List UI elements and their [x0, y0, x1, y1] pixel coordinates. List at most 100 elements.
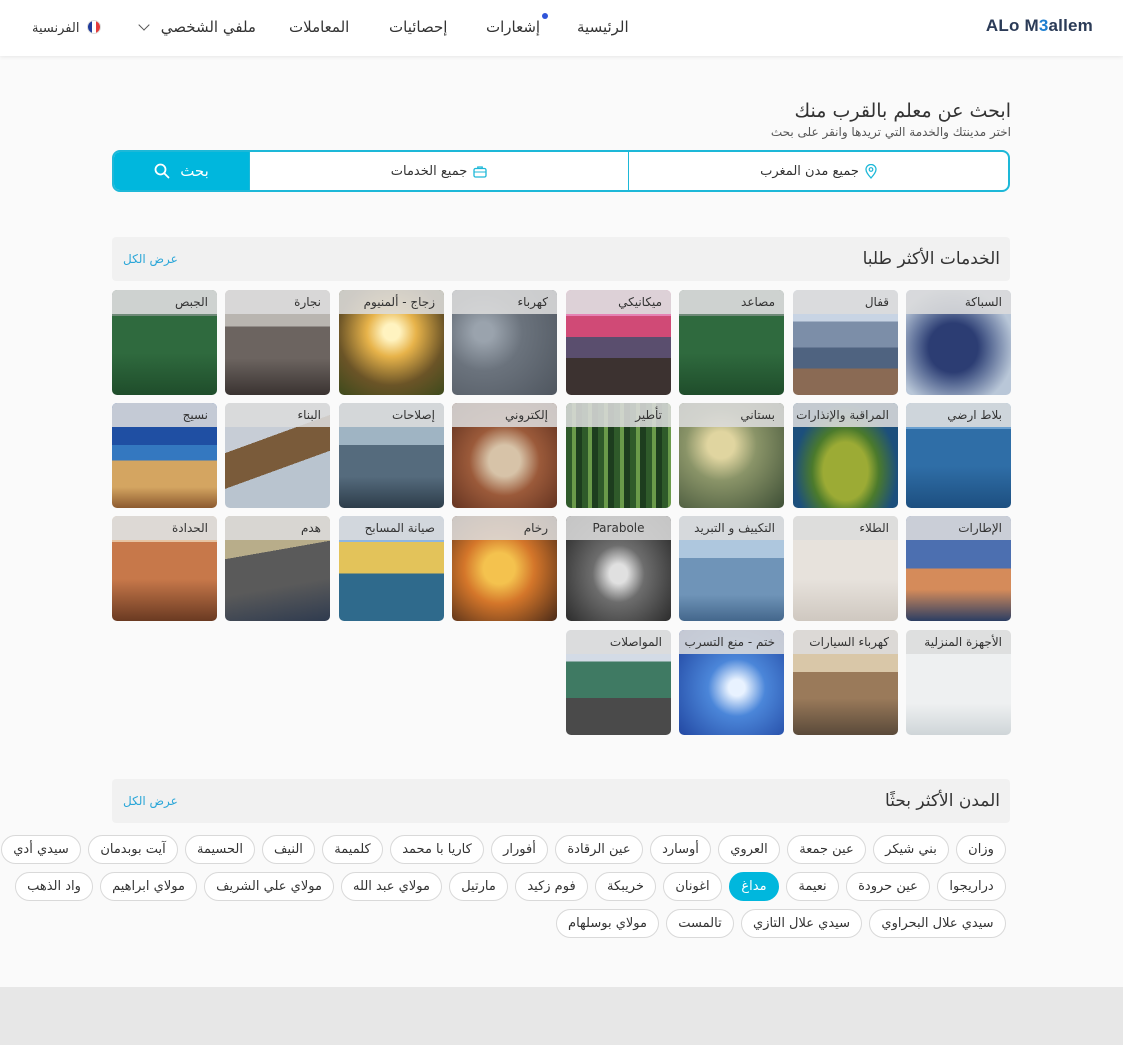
language-label: الفرنسية [32, 21, 80, 36]
service-tile[interactable]: الأجهزة المنزلية [906, 630, 1011, 735]
city-chip[interactable]: النيف [262, 835, 315, 864]
nav-profile-label: ملفي الشخصي [160, 18, 256, 36]
nav-notifications[interactable]: إشعارات [486, 13, 548, 36]
service-tile[interactable]: Parabole [566, 516, 671, 621]
search-subtitle: اختر مدينتك والخدمة التي تريدها وانقر عل… [770, 125, 1011, 139]
service-tile-label: البناء [225, 403, 330, 427]
service-tile-label: إصلاحات [339, 403, 444, 427]
search-icon [154, 163, 170, 179]
service-select[interactable]: جميع الخدمات [249, 152, 629, 190]
logo[interactable]: ALo M3allem [986, 16, 1093, 36]
services-view-all-link[interactable]: عرض الكل [123, 252, 178, 266]
city-chip[interactable]: مولاي ابراهيم [100, 872, 197, 901]
service-tile-label: صيانة المسابح [339, 516, 444, 540]
city-chip[interactable]: العروي [718, 835, 780, 864]
service-tile[interactable]: ختم - منع التسرب [679, 630, 784, 735]
service-tile-label: الأجهزة المنزلية [906, 630, 1011, 654]
logo-text-3: allem [1048, 16, 1093, 35]
service-tile[interactable]: نسيج [112, 403, 217, 508]
service-tile[interactable]: هدم [225, 516, 330, 621]
city-chip[interactable]: نعيمة [786, 872, 839, 901]
city-select[interactable]: جميع مدن المغرب [629, 152, 1008, 190]
service-tile-label: التكييف و التبريد [679, 516, 784, 540]
city-chip[interactable]: واد الذهب [15, 872, 93, 901]
service-tile[interactable]: زجاج - ألمنيوم [339, 290, 444, 395]
city-chip[interactable]: مداغ [729, 872, 779, 901]
city-chip[interactable]: كاريا با محمد [390, 835, 484, 864]
city-chip[interactable]: تالمست [666, 909, 734, 938]
service-tile[interactable]: إصلاحات [339, 403, 444, 508]
service-tile[interactable]: نجارة [225, 290, 330, 395]
city-chip[interactable]: فوم زكيد [515, 872, 588, 901]
service-tile[interactable]: الطلاء [793, 516, 898, 621]
service-tile[interactable]: المواصلات [566, 630, 671, 735]
service-tile-label: رخام [452, 516, 557, 540]
city-chip[interactable]: سيدي أدي [1, 835, 81, 864]
service-tile-label: Parabole [566, 516, 671, 540]
search-title: ابحث عن معلم بالقرب منك [794, 100, 1012, 122]
service-tile[interactable]: الإطارات [906, 516, 1011, 621]
service-tile-label: الحدادة [112, 516, 217, 540]
city-chip[interactable]: وزان [956, 835, 1006, 864]
service-tile[interactable]: بلاط ارضي [906, 403, 1011, 508]
city-chip[interactable]: دراريجوا [937, 872, 1006, 901]
service-tile[interactable]: المراقبة والإنذارات [793, 403, 898, 508]
service-tile[interactable]: بستاني [679, 403, 784, 508]
city-chip[interactable]: الحسيمة [185, 835, 255, 864]
service-tile-label: الطلاء [793, 516, 898, 540]
service-tile-label: كهرباء [452, 290, 557, 314]
language-switch[interactable]: الفرنسية [32, 20, 102, 36]
service-tile-label: إلكتروني [452, 403, 557, 427]
service-tile[interactable]: رخام [452, 516, 557, 621]
service-tile[interactable]: كهرباء [452, 290, 557, 395]
service-tile[interactable]: السباكة [906, 290, 1011, 395]
service-tile-label: المراقبة والإنذارات [793, 403, 898, 427]
city-chip[interactable]: بني شيكر [873, 835, 949, 864]
service-tile[interactable]: صيانة المسابح [339, 516, 444, 621]
service-tile-label: السباكة [906, 290, 1011, 314]
city-chip[interactable]: سيدي علال البحراوي [869, 909, 1006, 938]
service-select-value: جميع الخدمات [390, 163, 468, 179]
france-flag-icon [87, 20, 102, 34]
service-tile[interactable]: مصاعد [679, 290, 784, 395]
nav-transactions[interactable]: المعاملات [289, 18, 349, 36]
cities-section-title: المدن الأكثر بحثًا [885, 791, 1000, 811]
city-chip[interactable]: مولاي عبد الله [341, 872, 442, 901]
service-tile[interactable]: إلكتروني [452, 403, 557, 508]
city-chip[interactable]: مولاي بوسلهام [556, 909, 659, 938]
service-tile-label: نجارة [225, 290, 330, 314]
cities-view-all-link[interactable]: عرض الكل [123, 794, 178, 808]
search-bar: بحث جميع الخدمات جميع مدن المغرب [112, 150, 1010, 192]
city-chip[interactable]: مولاي علي الشريف [204, 872, 334, 901]
city-chip[interactable]: كلميمة [322, 835, 383, 864]
service-tile[interactable]: البناء [225, 403, 330, 508]
service-tile[interactable]: الحدادة [112, 516, 217, 621]
nav-stats[interactable]: إحصائيات [389, 18, 447, 36]
city-chip[interactable]: أوسارد [650, 835, 711, 864]
city-chip[interactable]: عين الرقادة [555, 835, 643, 864]
city-chip[interactable]: مارتيل [449, 872, 508, 901]
nav-profile-dropdown[interactable]: ملفي الشخصي [138, 18, 256, 36]
service-tile[interactable]: التكييف و التبريد [679, 516, 784, 621]
city-chip[interactable]: سيدي علال التازي [741, 909, 862, 938]
footer [0, 987, 1123, 1045]
service-tile-label: بلاط ارضي [906, 403, 1011, 427]
service-tile[interactable]: تأطير [566, 403, 671, 508]
nav-home[interactable]: الرئيسية [577, 18, 629, 36]
nav-notifications-label: إشعارات [486, 18, 541, 36]
location-pin-icon [865, 163, 877, 179]
service-tile-label: ختم - منع التسرب [679, 630, 784, 654]
search-button[interactable]: بحث [114, 152, 249, 190]
city-chip[interactable]: عين جمعة [787, 835, 866, 864]
city-chip[interactable]: اغونان [663, 872, 722, 901]
service-tile[interactable]: ميكانيكي [566, 290, 671, 395]
city-chip[interactable]: خريبكة [595, 872, 656, 901]
service-tile[interactable]: كهرباء السيارات [793, 630, 898, 735]
city-chip[interactable]: عين حرودة [846, 872, 930, 901]
city-chip[interactable]: أفورار [491, 835, 548, 864]
service-tile-label: مصاعد [679, 290, 784, 314]
service-tile[interactable]: قفال [793, 290, 898, 395]
service-tile-label: المواصلات [566, 630, 671, 654]
city-chip[interactable]: آيت بوبدمان [88, 835, 178, 864]
service-tile[interactable]: الجبص [112, 290, 217, 395]
